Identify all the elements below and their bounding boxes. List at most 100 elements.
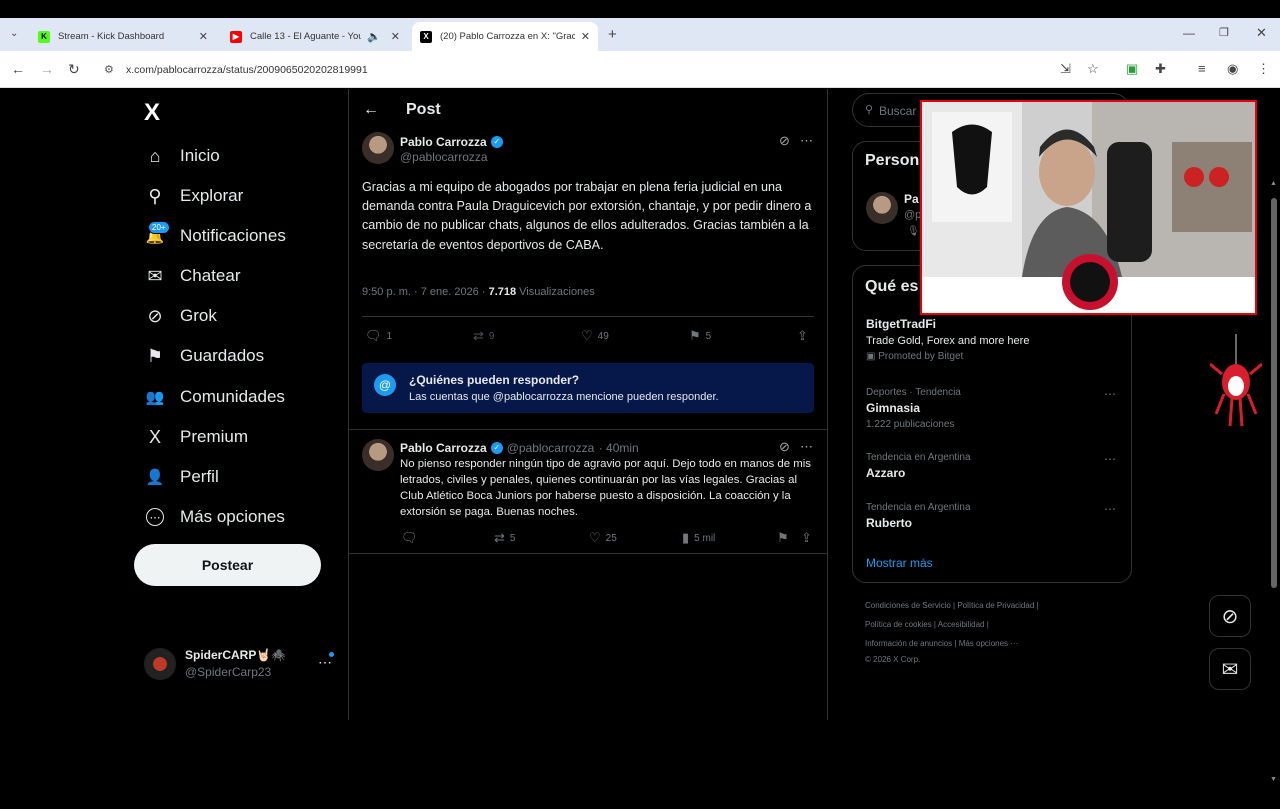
tab-x-post[interactable]: X (20) Pablo Carrozza en X: "Grac ✕ xyxy=(412,22,598,51)
tab-search-dropdown[interactable]: ⌄ xyxy=(10,28,18,39)
restore-icon[interactable]: ❐ xyxy=(1219,26,1229,39)
grok-fab[interactable]: ⊘ xyxy=(1209,595,1251,637)
avatar[interactable] xyxy=(362,439,394,471)
tab-kick[interactable]: K Stream - Kick Dashboard ✕ xyxy=(30,22,216,51)
grok-icon[interactable]: ⊘ xyxy=(779,133,790,149)
nav-label: Grok xyxy=(180,306,217,325)
nav-item-guardados[interactable]: ⚑ Guardados xyxy=(144,341,264,371)
views-count: 7.718 xyxy=(488,286,517,298)
views-button[interactable]: ▮ 5 mil xyxy=(682,530,715,546)
close-icon[interactable]: ✕ xyxy=(199,30,208,43)
close-window-icon[interactable]: ✕ xyxy=(1256,25,1267,41)
nav-label: Premium xyxy=(180,427,249,446)
trend-item[interactable]: Tendencia en Argentina Azzaro ⋯ xyxy=(866,452,1116,480)
media-icon[interactable]: ≡ xyxy=(1198,61,1206,76)
x-logo-icon[interactable]: X xyxy=(144,99,160,127)
section-title: Person xyxy=(865,152,920,169)
post-timestamp[interactable]: 9:50 p. m. · 7 ene. 2026 · xyxy=(362,286,489,298)
reply-button[interactable]: 🗨 1 xyxy=(365,328,392,344)
url-text: x.com/pablocarrozza/status/2009065020202… xyxy=(126,64,368,76)
share-button[interactable]: ⇪ xyxy=(801,530,817,546)
divider xyxy=(362,316,814,317)
repost-button[interactable]: ⇄ 9 xyxy=(473,328,494,344)
close-icon[interactable]: ✕ xyxy=(581,30,590,43)
footer-links[interactable]: Política de cookies | Accesibilidad | xyxy=(865,620,989,629)
extensions-icon[interactable]: ✚ xyxy=(1155,61,1166,77)
grok-icon[interactable]: ⊘ xyxy=(779,439,790,455)
author-name[interactable]: Pablo Carrozza xyxy=(400,441,487,455)
avatar[interactable] xyxy=(362,132,394,164)
author-name: Pablo Carrozza xyxy=(400,135,487,149)
profile-icon[interactable]: ◉ xyxy=(1227,61,1238,77)
nav-item-perfil[interactable]: 👤 Perfil xyxy=(144,462,219,492)
reply-button[interactable]: 🗨 xyxy=(401,530,423,546)
trend-item[interactable]: Deportes · Tendencia Gimnasia 1.222 publ… xyxy=(866,387,1116,430)
trend-item[interactable]: Tendencia en Argentina Ruberto ⋯ xyxy=(866,502,1116,530)
youtube-icon: ▶ xyxy=(230,30,242,43)
menu-icon[interactable]: ⋮ xyxy=(1257,61,1270,77)
avatar[interactable] xyxy=(866,192,898,224)
site-info-icon[interactable]: ⚙ xyxy=(104,63,114,76)
scroll-up-icon[interactable]: ▲ xyxy=(1270,180,1277,187)
url-field[interactable]: ⚙ x.com/pablocarrozza/status/20090650202… xyxy=(96,56,1056,83)
nav-label: Chatear xyxy=(180,266,241,285)
person-handle[interactable]: @p xyxy=(904,209,921,221)
account-switcher[interactable]: SpiderCARP🤘🏻🕷️ @SpiderCarp23 ⋯ xyxy=(144,644,344,684)
back-icon[interactable]: ← xyxy=(11,61,25,77)
divider xyxy=(349,553,827,554)
nav-item-comunidades[interactable]: 👥 Comunidades xyxy=(144,382,285,412)
show-more-link[interactable]: Mostrar más xyxy=(866,556,933,570)
author-handle[interactable]: @pablocarrozza xyxy=(400,150,488,164)
trend-subtitle: Trade Gold, Forex and more here xyxy=(866,335,1030,347)
promoted-trend[interactable]: BitgetTradFi Trade Gold, Forex and more … xyxy=(866,307,1116,362)
bookmark-button[interactable]: ⚑ xyxy=(777,530,794,546)
scroll-down-icon[interactable]: ▼ xyxy=(1270,776,1277,783)
trend-meta: Tendencia en Argentina xyxy=(866,452,971,463)
tab-youtube[interactable]: ▶ Calle 13 - El Aguante - YouT 🔈 ✕ xyxy=(222,22,408,51)
nav-item-mas-opciones[interactable]: ⋯ Más opciones xyxy=(144,502,285,532)
star-icon[interactable]: ☆ xyxy=(1087,61,1099,77)
post-button[interactable]: Postear xyxy=(134,544,321,586)
nav-label: Más opciones xyxy=(180,507,285,526)
speaker-icon[interactable]: 🔈 xyxy=(367,30,381,43)
more-dots-icon[interactable]: ⋯ xyxy=(1104,502,1116,516)
close-icon[interactable]: ✕ xyxy=(391,30,400,43)
reload-icon[interactable]: ↻ xyxy=(68,61,80,78)
extension-badge-icon[interactable]: ▣ xyxy=(1126,61,1138,77)
premium-icon: X xyxy=(148,426,161,447)
messages-fab[interactable]: ✉ xyxy=(1209,648,1251,690)
more-dots-icon[interactable]: ⋯ xyxy=(800,439,813,455)
like-button[interactable]: ♡ 49 xyxy=(581,328,609,344)
new-tab-button[interactable]: + xyxy=(608,26,617,43)
like-button[interactable]: ♡ 25 xyxy=(589,530,617,546)
author-handle[interactable]: @pablocarrozza xyxy=(507,441,595,455)
install-icon[interactable]: ⇲ xyxy=(1060,61,1071,77)
bookmark-button[interactable]: ⚑ 5 xyxy=(689,328,711,344)
nav-item-chatear[interactable]: ✉ Chatear xyxy=(144,261,240,291)
nav-item-grok[interactable]: ⊘ Grok xyxy=(144,301,217,331)
footer-links[interactable]: Condiciones de Servicio | Política de Pr… xyxy=(865,601,1039,610)
nav-item-premium[interactable]: X Premium xyxy=(144,422,248,452)
repost-button[interactable]: ⇄ 5 xyxy=(494,530,515,546)
nav-item-inicio[interactable]: ⌂ Inicio xyxy=(144,141,220,171)
forward-icon[interactable]: → xyxy=(40,61,54,77)
reply-restriction-notice[interactable]: @ ¿Quiénes pueden responder? Las cuentas… xyxy=(362,363,814,413)
more-dots-icon[interactable]: ⋯ xyxy=(800,133,813,149)
post-author[interactable]: Pablo Carrozza ✓ xyxy=(400,133,507,151)
person-name[interactable]: Pa xyxy=(904,192,919,206)
reply-age[interactable]: · 40min xyxy=(599,441,639,455)
scrollbar[interactable]: ▲ ▼ xyxy=(1268,178,1280,809)
nav-item-explorar[interactable]: ⚲ Explorar xyxy=(144,181,243,211)
scroll-thumb[interactable] xyxy=(1271,198,1277,588)
more-dots-icon[interactable]: ⋯ xyxy=(1104,452,1116,466)
back-arrow-icon[interactable]: ← xyxy=(363,101,379,119)
more-dots-icon[interactable]: ⋯ xyxy=(1104,387,1116,401)
footer-links[interactable]: Información de anuncios | Más opciones ·… xyxy=(865,639,1018,648)
search-placeholder: Buscar xyxy=(879,104,917,118)
nav-item-notificaciones[interactable]: 🔔 20+ Notificaciones xyxy=(144,221,286,251)
reply-text: No pienso responder ningún tipo de agrav… xyxy=(400,458,811,518)
minimize-icon[interactable]: — xyxy=(1183,26,1195,40)
main-column: ← Post Pablo Carrozza ✓ @pablocarrozza ⊘ … xyxy=(348,89,828,720)
trend-meta: Deportes · Tendencia xyxy=(866,387,961,398)
share-button[interactable]: ⇪ xyxy=(797,328,813,344)
